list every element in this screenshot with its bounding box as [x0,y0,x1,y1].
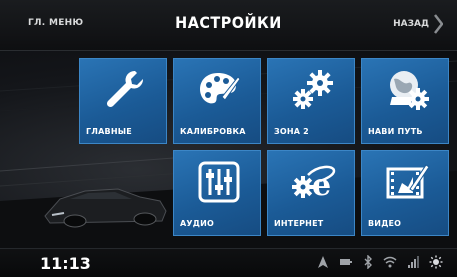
chevron-right-icon [434,14,443,34]
wrench-icon [106,70,144,108]
tile-label: НАВИ ПУТЬ [368,127,423,136]
svg-text:e: e [312,168,331,203]
tile-label: ИНТЕРНЕТ [274,219,324,228]
back-button[interactable]: НАЗАД [393,14,443,34]
globe-gear-icon [390,71,429,110]
status-icons [317,255,443,269]
wifi-icon [383,256,397,268]
tile-audio[interactable]: АУДИО [173,150,261,236]
tile-kalibrovka[interactable]: КАЛИБРОВКА [173,58,261,144]
back-label: НАЗАД [393,19,429,29]
page-title: НАСТРОЙКИ [175,13,282,32]
tile-video[interactable]: ВИДЕО [361,150,449,236]
film-edit-icon [386,164,430,199]
tile-label: ЗОНА 2 [274,127,309,136]
tile-label: ВИДЕО [368,219,402,228]
palette-icon [200,73,241,104]
brightness-icon[interactable] [429,255,443,269]
settings-screen: ГЛ. МЕНЮ НАСТРОЙКИ НАЗАД ГЛАВНЫЕ КАЛИБРО… [0,0,457,277]
battery-icon [340,259,352,265]
tile-zona-2[interactable]: ЗОНА 2 [267,58,355,144]
tile-label: КАЛИБРОВКА [180,127,246,136]
clock: 11:13 [40,254,91,273]
signal-icon [408,256,419,268]
equalizer-icon [198,161,240,203]
tile-glavnye[interactable]: ГЛАВНЫЕ [79,58,167,144]
navigation-arrow-icon [318,256,328,268]
tile-label: ГЛАВНЫЕ [86,127,132,136]
gears-icon [293,70,333,109]
tile-navi-put[interactable]: НАВИ ПУТЬ [361,58,449,144]
internet-explorer-icon: e [292,165,336,203]
tile-label: АУДИО [180,219,214,228]
status-bar: 11:13 [0,248,457,277]
tile-internet[interactable]: e ИНТЕРНЕТ [267,150,355,236]
bluetooth-icon [364,255,372,269]
top-bar: ГЛ. МЕНЮ НАСТРОЙКИ НАЗАД [0,0,457,51]
